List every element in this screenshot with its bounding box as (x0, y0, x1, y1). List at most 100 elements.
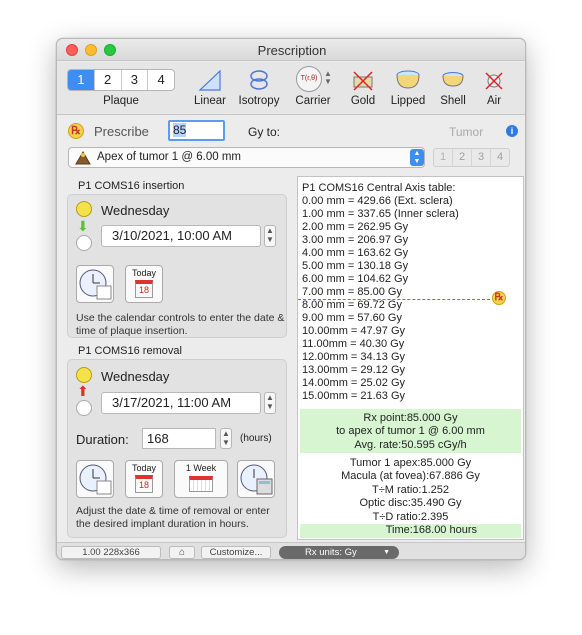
air-button[interactable]: Air (477, 62, 511, 114)
lipped-button[interactable]: Lipped (387, 62, 429, 114)
insertion-title: P1 COMS16 insertion (78, 180, 185, 192)
rx-point-text: Rx point:85.000 Gy (363, 412, 458, 424)
tumor-tab-2[interactable]: 2 (453, 149, 472, 166)
isotropy-button[interactable]: Isotropy (237, 62, 281, 114)
shell-button[interactable]: Shell (435, 62, 471, 114)
carrier-button[interactable]: T(r,θ) ▲ ▼ Carrier (289, 62, 337, 114)
carrier-icon: T(r,θ) (296, 66, 322, 92)
plaque-tab-3[interactable]: 3 (122, 70, 149, 90)
table-row: 6.00 mm = 104.62 Gy (302, 273, 409, 285)
insertion-today-button[interactable]: Today 18 (125, 265, 163, 303)
gold-button[interactable]: Gold (345, 62, 381, 114)
calendar-clock-button[interactable] (76, 460, 114, 498)
gold-label: Gold (350, 95, 376, 107)
status-bar: 1.00 228x366 ⌂ Customize... Rx units: Gy… (57, 542, 525, 559)
calendar-page-icon: 18 (135, 280, 153, 298)
rx-units-label: Rx units: Gy (305, 547, 357, 558)
gold-crossed-icon (353, 71, 373, 91)
removal-panel: Wednesday ⬆ 3/17/2021, 11:00 AM ▲ ▼ Durat… (67, 359, 287, 538)
rx-summary-box: Rx point:85.000 Gy to apex of tumor 1 @ … (300, 409, 521, 453)
table-row: 7.00 mm = 85.00 Gy (302, 286, 402, 298)
info-icon[interactable]: i (506, 125, 518, 137)
duration-label: Duration: (76, 432, 129, 447)
table-row: 3.00 mm = 206.97 Gy (302, 234, 409, 246)
removal-datetime-field[interactable]: 3/17/2021, 11:00 AM (101, 392, 261, 414)
plaque-tab-4[interactable]: 4 (148, 70, 174, 90)
rx-marker-icon: ℞ (492, 291, 506, 305)
title-bar: Prescription (57, 39, 525, 61)
linear-ramp-icon (198, 69, 221, 91)
linear-label: Linear (194, 95, 226, 107)
insertion-datetime-field[interactable]: 3/10/2021, 10:00 AM (101, 225, 261, 247)
rx-units-popup[interactable]: Rx units: Gy ▼ (279, 546, 399, 559)
insertion-today-label: Today (131, 268, 157, 278)
lipped-label: Lipped (390, 95, 426, 107)
removal-today-button[interactable]: Today 18 (125, 460, 163, 498)
prescription-window: Prescription 1 2 3 4 Plaque Linear Isotr… (56, 38, 526, 560)
table-row: 13.00mm = 29.12 Gy (302, 364, 406, 376)
plaque-label: Plaque (103, 95, 139, 107)
rx-to-text: to apex of tumor 1 @ 6.00 mm (336, 425, 485, 438)
carrier-label: Carrier (295, 95, 331, 107)
point-select-value: Apex of tumor 1 @ 6.00 mm (97, 151, 241, 163)
table-row: 1.00 mm = 337.65 (Inner sclera) (302, 208, 459, 220)
calendar-week-icon (189, 476, 213, 492)
insertion-datetime-stepper[interactable]: ▲ ▼ (264, 225, 276, 247)
rx-icon: ℞ (68, 123, 84, 139)
prescribe-dose-input[interactable]: 85 (168, 120, 225, 141)
calendar-clock-button[interactable] (76, 265, 114, 303)
removal-datetime-stepper[interactable]: ▲ ▼ (264, 392, 276, 414)
summary-row: Macula (at fovea):67.886 Gy (341, 470, 480, 483)
calendar-clock-icon (79, 269, 112, 300)
toolbar: 1 2 3 4 Plaque Linear Isotropy T(r,θ) ▲ ▼… (57, 62, 525, 115)
isotropy-icon (250, 70, 268, 90)
time-text: Time:168.00 hours (300, 524, 521, 538)
tumor-tab-4[interactable]: 4 (491, 149, 509, 166)
plaque-tab-1[interactable]: 1 (68, 70, 95, 90)
duration-input[interactable]: 168 (142, 428, 216, 449)
table-row: 8.00 mm = 69.72 Gy (302, 299, 402, 311)
table-row: 2.00 mm = 262.95 Gy (302, 221, 409, 233)
table-row: 4.00 mm = 163.62 Gy (302, 247, 409, 259)
down-arrow-icon: ⬇ (77, 218, 89, 234)
shell-icon (442, 72, 464, 87)
alarm-clock-icon (76, 201, 92, 217)
chevron-updown-icon: ▲ ▼ (410, 149, 424, 166)
calendar-calculator-button[interactable] (237, 460, 275, 498)
table-row: 15.00mm = 21.63 Gy (302, 390, 406, 402)
duration-stepper[interactable]: ▲ ▼ (220, 428, 232, 449)
insertion-panel: Wednesday ⬇ 3/10/2021, 10:00 AM ▲ ▼ Today… (67, 194, 287, 338)
window-title: Prescription (257, 43, 327, 58)
table-row: 0.00 mm = 429.66 (Ext. sclera) (302, 195, 453, 207)
prescribe-dose-value: 85 (173, 123, 187, 137)
air-label: Air (486, 95, 502, 107)
dose-summary: Tumor 1 apex:85.000 Gy Macula (at fovea)… (300, 457, 521, 524)
up-arrow-icon: ⬆ (77, 383, 89, 399)
point-select[interactable]: Apex of tumor 1 @ 6.00 mm ▲ ▼ (68, 147, 425, 168)
removal-today-label: Today (131, 463, 157, 473)
removal-day: Wednesday (101, 369, 170, 384)
summary-row: T÷M ratio:1.252 (372, 483, 449, 496)
avg-rate-text: Avg. rate:50.595 cGy/h (354, 438, 467, 451)
summary-row: Tumor 1 apex:85.000 Gy (349, 457, 472, 469)
air-crossed-icon (485, 72, 503, 90)
carrier-stepper-icon[interactable]: ▲ ▼ (324, 70, 332, 86)
calendar-page-icon: 18 (135, 475, 153, 493)
plaque-tab-2[interactable]: 2 (95, 70, 122, 90)
removal-help-text: Adjust the date & time of removal or ent… (76, 505, 270, 530)
size-readout: 1.00 228x366 (61, 546, 161, 559)
linear-button[interactable]: Linear (190, 62, 230, 114)
customize-button[interactable]: Customize... (201, 546, 271, 559)
insertion-help-text: Use the calendar controls to enter the d… (76, 312, 285, 337)
home-icon[interactable]: ⌂ (169, 546, 195, 559)
one-week-button[interactable]: 1 Week (174, 460, 228, 498)
table-row: 11.00mm = 40.30 Gy (302, 338, 405, 350)
removal-title: P1 COMS16 removal (78, 345, 182, 357)
table-row: 5.00 mm = 130.18 Gy (302, 260, 409, 272)
tumor-tab-1[interactable]: 1 (434, 149, 453, 166)
clock-icon (76, 235, 92, 251)
table-row: 10.00mm = 47.97 Gy (302, 325, 406, 337)
tumor-tab-3[interactable]: 3 (472, 149, 491, 166)
shell-label: Shell (440, 95, 466, 107)
calendar-calculator-icon (240, 464, 273, 495)
